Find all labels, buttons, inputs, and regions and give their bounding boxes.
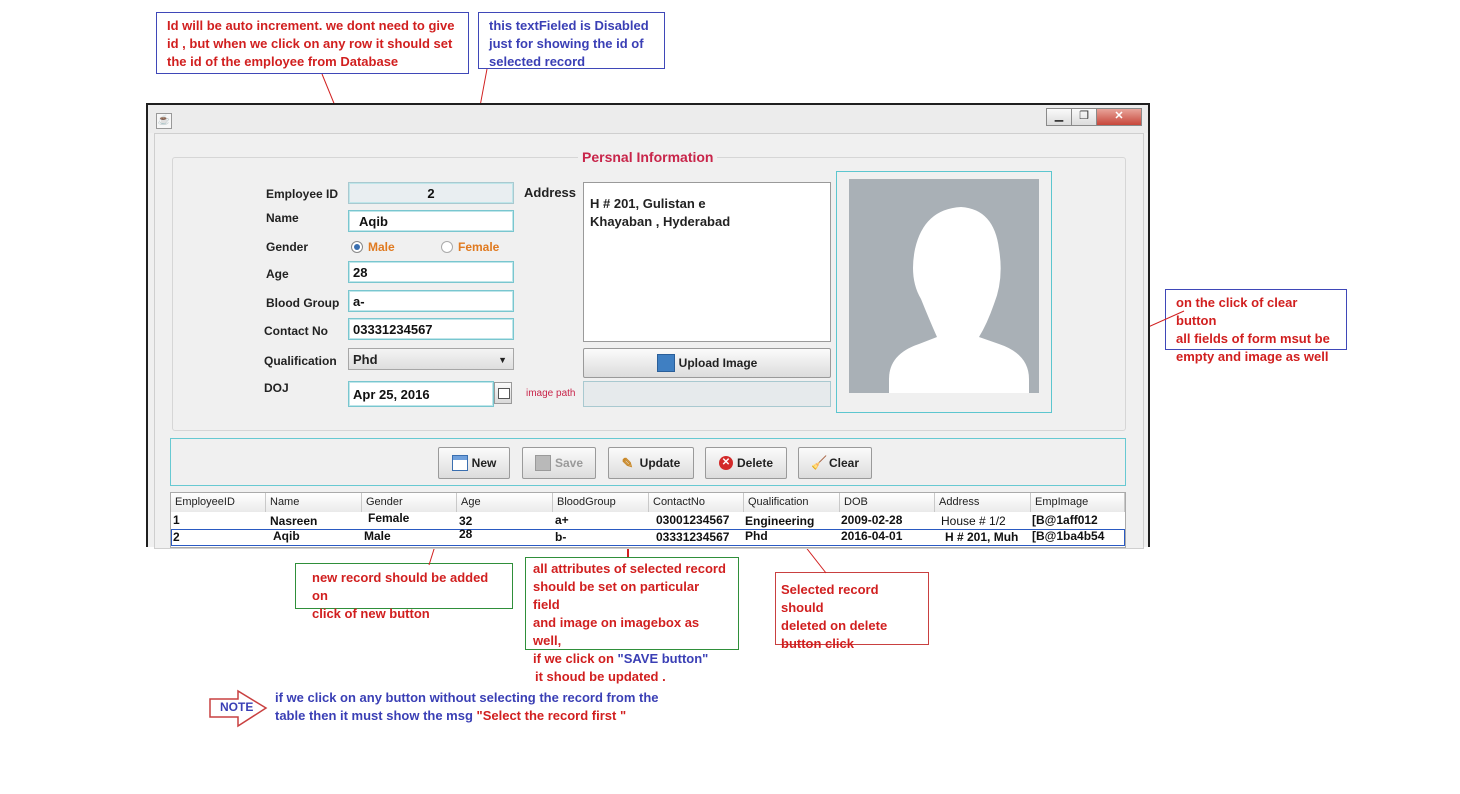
- note-text-line1: if we click on any button without select…: [275, 690, 659, 705]
- table-cell: Aqib: [273, 529, 300, 543]
- table-cell: 2016-04-01: [841, 529, 903, 543]
- table-cell: 2009-02-28: [841, 513, 903, 527]
- age-label: Age: [266, 267, 289, 281]
- table-cell: [B@1ba4b54: [1032, 529, 1105, 543]
- table-cell: 28: [459, 527, 473, 541]
- employee-photo: [849, 179, 1039, 393]
- blood-group-field[interactable]: a-: [348, 290, 514, 312]
- window-controls: ▁ ❐ ✕: [1046, 108, 1142, 126]
- save-icon: [534, 455, 551, 471]
- clear-button[interactable]: 🧹 Clear: [798, 447, 872, 479]
- table-cell: b-: [555, 530, 567, 544]
- table-cell: H # 201, Muh: [945, 530, 1019, 544]
- new-button-label: New: [471, 456, 497, 470]
- delete-button[interactable]: ✕ Delete: [705, 447, 787, 479]
- table-header-employeeid[interactable]: EmployeeID: [171, 493, 266, 512]
- delete-icon: ✕: [718, 456, 733, 470]
- table-header-age[interactable]: Age: [457, 493, 553, 512]
- save-button[interactable]: Save: [522, 447, 596, 479]
- age-field[interactable]: 28: [348, 261, 514, 283]
- doj-field[interactable]: Apr 25, 2016: [348, 381, 494, 407]
- gender-female-label: Female: [458, 240, 500, 254]
- note-text-line2-a: table then it must show the msg: [275, 708, 477, 723]
- table-cell: Male: [364, 529, 391, 543]
- table-header-gender[interactable]: Gender: [362, 493, 457, 512]
- table-header-name[interactable]: Name: [266, 493, 362, 512]
- note-text: if we click on any button without select…: [275, 689, 659, 725]
- qualification-label: Qualification: [264, 354, 337, 368]
- table-cell: Female: [368, 511, 410, 525]
- table-row[interactable]: 2 Aqib Male 28 b- 03331234567 Phd 2016-0…: [171, 527, 1125, 546]
- save-button-label: Save: [554, 456, 584, 470]
- clear-button-label: Clear: [828, 456, 860, 470]
- table-header-bloodgroup[interactable]: BloodGroup: [553, 493, 649, 512]
- qualification-select[interactable]: Phd ▼: [348, 348, 514, 370]
- broom-icon: 🧹: [810, 455, 828, 470]
- name-label: Name: [266, 211, 299, 225]
- address-textarea[interactable]: H # 201, Gulistan e Khayaban , Hyderabad: [583, 182, 831, 342]
- table-header-contactno[interactable]: ContactNo: [649, 493, 744, 512]
- app-window: ☕ ▁ ❐ ✕ Persnal Information Employee ID …: [146, 103, 1150, 549]
- table-header-empimage[interactable]: EmpImage: [1031, 493, 1125, 512]
- close-button[interactable]: ✕: [1096, 108, 1142, 126]
- contact-field[interactable]: 03331234567: [348, 318, 514, 340]
- java-app-icon: ☕: [156, 113, 172, 129]
- table-cell: 03331234567: [656, 530, 730, 544]
- employee-id-label: Employee ID: [266, 187, 339, 201]
- gender-label: Gender: [266, 240, 309, 254]
- panel-title: Persnal Information: [578, 149, 718, 165]
- table-cell: 2: [173, 530, 180, 544]
- table-cell: Engineering: [745, 514, 815, 528]
- image-path-field: [583, 381, 831, 407]
- new-window-icon: [451, 455, 468, 471]
- table-cell: 03001234567: [656, 513, 730, 527]
- table-row[interactable]: 1 Nasreen Female 32 a+ 03001234567 Engin…: [171, 511, 1125, 529]
- image-path-label: image path: [526, 388, 576, 399]
- table-cell: 32: [459, 514, 473, 528]
- table-header-qualification[interactable]: Qualification: [744, 493, 840, 512]
- table-cell: 1: [173, 513, 180, 527]
- blood-group-label: Blood Group: [266, 296, 340, 310]
- gender-female-radio[interactable]: Female: [441, 240, 499, 254]
- new-button[interactable]: New: [438, 447, 510, 479]
- person-silhouette-icon: [889, 207, 1029, 393]
- chevron-down-icon: ▼: [498, 355, 507, 365]
- table-header-dob[interactable]: DOB: [840, 493, 935, 512]
- maximize-button[interactable]: ❐: [1071, 108, 1097, 126]
- radio-unselected-icon: [441, 241, 453, 253]
- note-label: NOTE: [220, 700, 254, 714]
- pencil-icon: ✎: [621, 455, 634, 471]
- note-text-line2: table then it must show the msg "Select …: [275, 707, 659, 725]
- contact-label: Contact No: [264, 324, 328, 338]
- table-header-address[interactable]: Address: [935, 493, 1031, 512]
- qualification-value: Phd: [353, 352, 378, 367]
- table-cell: Nasreen: [270, 514, 318, 528]
- delete-button-label: Delete: [736, 456, 774, 470]
- employee-table: EmployeeID Name Gender Age BloodGroup Co…: [170, 492, 1126, 548]
- employee-id-field: 2: [348, 182, 514, 204]
- radio-selected-icon: [351, 241, 363, 253]
- table-cell: House # 1/2: [941, 514, 1006, 528]
- upload-image-button[interactable]: Upload Image: [583, 348, 831, 378]
- note-message: "Select the record first ": [476, 708, 627, 723]
- calendar-button[interactable]: [494, 382, 512, 404]
- doj-label: DOJ: [264, 381, 289, 395]
- name-field[interactable]: Aqib: [348, 210, 514, 232]
- gender-male-radio[interactable]: Male: [351, 240, 395, 254]
- calendar-icon: [498, 388, 510, 399]
- update-button[interactable]: ✎ Update: [608, 447, 694, 479]
- table-cell: a+: [555, 513, 569, 527]
- upload-icon: [656, 354, 675, 372]
- gender-male-label: Male: [368, 240, 395, 254]
- table-cell: Phd: [745, 529, 768, 543]
- address-label: Address: [524, 185, 577, 200]
- update-button-label: Update: [639, 456, 681, 470]
- minimize-button[interactable]: ▁: [1046, 108, 1072, 126]
- upload-image-label: Upload Image: [678, 356, 758, 370]
- table-cell: [B@1aff012: [1032, 513, 1098, 527]
- address-value: H # 201, Gulistan e Khayaban , Hyderabad: [590, 196, 731, 229]
- title-bar: ☕ ▁ ❐ ✕: [148, 105, 1148, 133]
